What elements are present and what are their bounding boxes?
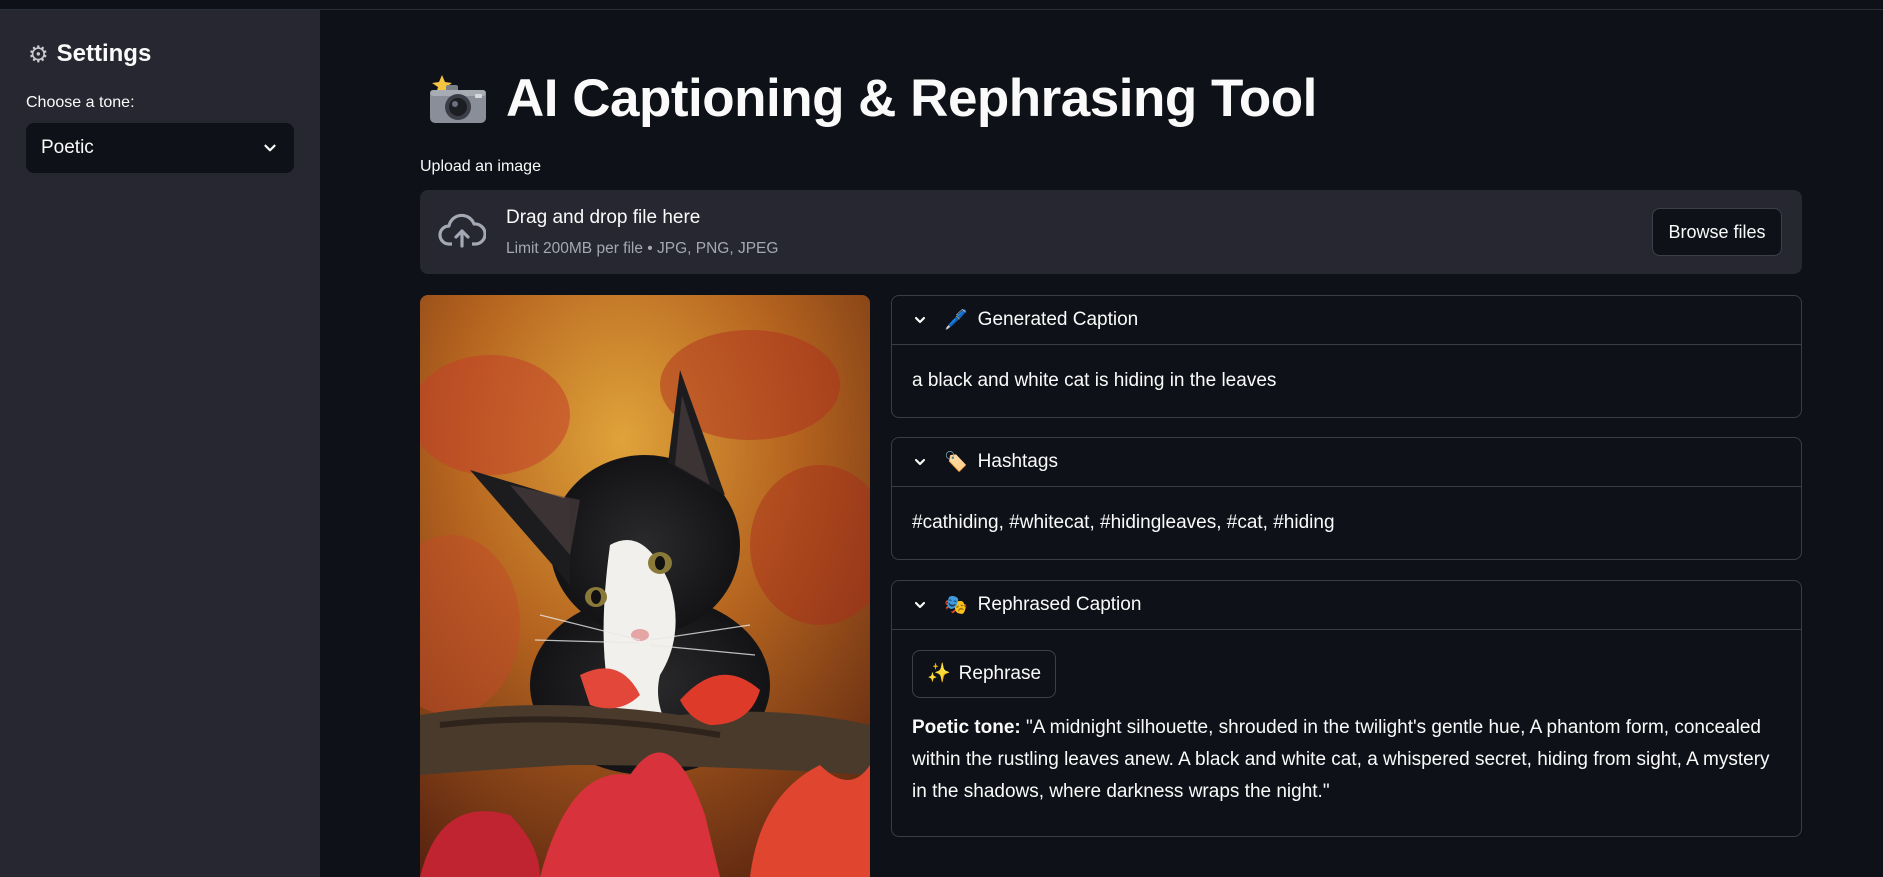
rephrase-button[interactable]: ✨ Rephrase (912, 650, 1057, 698)
generated-caption-header[interactable]: 🖊️ Generated Caption (892, 296, 1801, 345)
rephrased-caption-body: "A midnight silhouette, shrouded in the … (912, 717, 1770, 802)
generated-caption-panel: 🖊️ Generated Caption a black and white c… (891, 295, 1802, 418)
chevron-down-icon (914, 316, 926, 324)
sidebar-title: ⚙ Settings (28, 40, 151, 68)
dropzone-title: Drag and drop file here (506, 207, 701, 228)
rephrase-button-label: Rephrase (958, 663, 1042, 684)
hashtags-title: Hashtags (977, 451, 1058, 472)
page-title: AI Captioning & Rephrasing Tool (428, 68, 1317, 129)
generated-caption-text: a black and white cat is hiding in the l… (912, 370, 1277, 391)
generated-caption-title: Generated Caption (977, 309, 1139, 330)
chevron-down-icon (264, 144, 276, 152)
rephrased-caption-title: Rephrased Caption (977, 594, 1142, 615)
tone-select-value: Poetic (41, 137, 94, 158)
file-dropzone[interactable]: Drag and drop file here Limit 200MB per … (420, 190, 1802, 274)
rephrased-caption-panel: 🎭 Rephrased Caption ✨ Rephrase Poetic to… (891, 580, 1802, 837)
sidebar-title-text: Settings (56, 40, 152, 67)
uploaded-image-cat (420, 295, 870, 877)
camera-flash-icon (430, 74, 486, 123)
tone-label: Choose a tone: (26, 94, 135, 111)
hashtags-panel: 🏷️ Hashtags #cathiding, #whitecat, #hidi… (891, 437, 1802, 560)
top-header-bar (0, 0, 1883, 10)
theater-masks-icon: 🎭 (944, 595, 968, 616)
tone-prefix: Poetic tone: (912, 717, 1021, 738)
cloud-upload-icon (438, 213, 486, 248)
tag-icon: 🏷️ (944, 452, 968, 473)
rephrased-caption-header[interactable]: 🎭 Rephrased Caption (892, 581, 1801, 630)
gear-icon: ⚙ (28, 40, 49, 67)
rephrased-caption-text: Poetic tone: "A midnight silhouette, shr… (912, 712, 1781, 808)
chevron-down-icon (914, 458, 926, 466)
hashtags-header[interactable]: 🏷️ Hashtags (892, 438, 1801, 487)
sparkles-icon: ✨ (927, 663, 951, 684)
hashtags-text: #cathiding, #whitecat, #hidingleaves, #c… (912, 512, 1335, 533)
tone-select[interactable]: Poetic (26, 123, 294, 173)
upload-label: Upload an image (420, 158, 541, 175)
pen-icon: 🖊️ (944, 310, 968, 331)
dropzone-subtitle: Limit 200MB per file • JPG, PNG, JPEG (506, 240, 779, 257)
chevron-down-icon (914, 601, 926, 609)
browse-files-button[interactable]: Browse files (1652, 208, 1782, 256)
page-title-text: AI Captioning & Rephrasing Tool (506, 69, 1317, 128)
sidebar: ⚙ Settings Choose a tone: Poetic (0, 10, 320, 877)
